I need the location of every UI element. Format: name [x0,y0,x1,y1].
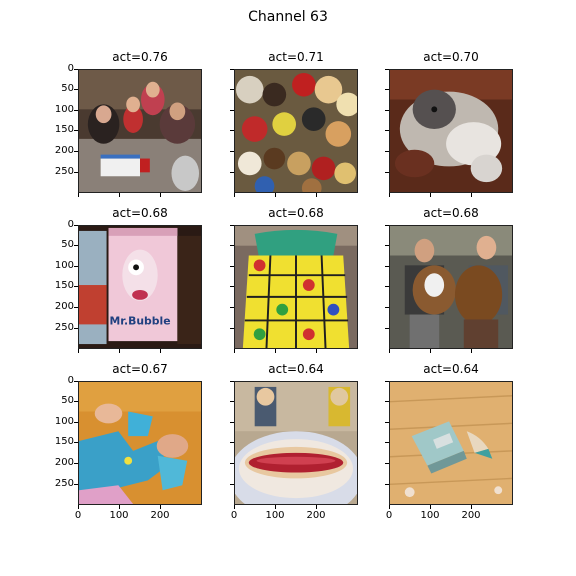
x-tick-label: 200 [461,510,481,521]
x-tick-label: 200 [306,510,326,521]
y-tick-label: 50 [61,395,74,406]
image-panel-6: act=0.68 [385,206,513,353]
y-tick-label: 50 [61,83,74,94]
y-tick-label: 0 [67,63,74,74]
image-panel-4: act=0.68 Mr.Bubble 0 50 100 150 200 250 [55,206,202,353]
y-tick-label: 100 [54,104,74,115]
y-tick-label: 150 [54,280,74,291]
x-tick-label: 100 [265,510,285,521]
x-tick-label: 200 [150,510,170,521]
image-panel-9: act=0.64 0 100 200 [385,362,513,521]
y-tick-label: 150 [54,124,74,135]
panel-title: act=0.68 [112,206,168,220]
panel-image-mr-bubble-tin: Mr.Bubble [78,225,202,349]
y-tick-label: 50 [61,239,74,250]
image-panel-2: act=0.71 [230,50,358,197]
image-panel-8: act=0.64 0 100 200 [230,362,358,521]
y-tick-label: 200 [54,145,74,156]
y-tick-label: 250 [54,322,74,333]
image-panel-5: act=0.68 [230,206,358,353]
panel-title: act=0.70 [423,50,479,64]
mr-bubble-text: Mr.Bubble [109,314,170,327]
panel-title: act=0.71 [268,50,324,64]
image-panel-1: act=0.76 0 50 100 150 200 250 [55,50,202,197]
panel-image-men-with-dogs [389,225,513,349]
y-tick-label: 250 [54,166,74,177]
y-tick-label: 200 [54,457,74,468]
panel-title: act=0.76 [112,50,168,64]
panel-image-jigsaw-puzzle [78,381,202,505]
x-tick-label: 0 [74,510,82,521]
y-tick-label: 0 [67,375,74,386]
y-tick-label: 0 [67,219,74,230]
image-panel-3: act=0.70 [385,50,513,197]
panel-image-fruit-apron [234,225,358,349]
y-tick-label: 100 [54,416,74,427]
figure-title: Channel 63 [248,9,328,25]
x-tick-label: 0 [385,510,393,521]
panel-title: act=0.68 [423,206,479,220]
y-tick-label: 100 [54,260,74,271]
panel-image-hot-dog [234,381,358,505]
panel-image-pencil-sharpener [389,381,513,505]
panel-title: act=0.68 [268,206,324,220]
y-tick-label: 200 [54,301,74,312]
panel-image-stuffed-toys [234,69,358,193]
panel-image-dog-on-couch [389,69,513,193]
x-tick-label: 100 [109,510,129,521]
y-tick-label: 250 [54,478,74,489]
panel-title: act=0.64 [268,362,324,376]
panel-image-birthday-party [78,69,202,193]
panel-title: act=0.64 [423,362,479,376]
panel-title: act=0.67 [112,362,168,376]
y-tick-label: 150 [54,436,74,447]
x-tick-label: 0 [230,510,238,521]
x-tick-label: 100 [420,510,440,521]
image-panel-7: act=0.67 0 50 100 150 200 250 0 100 200 [55,362,202,521]
